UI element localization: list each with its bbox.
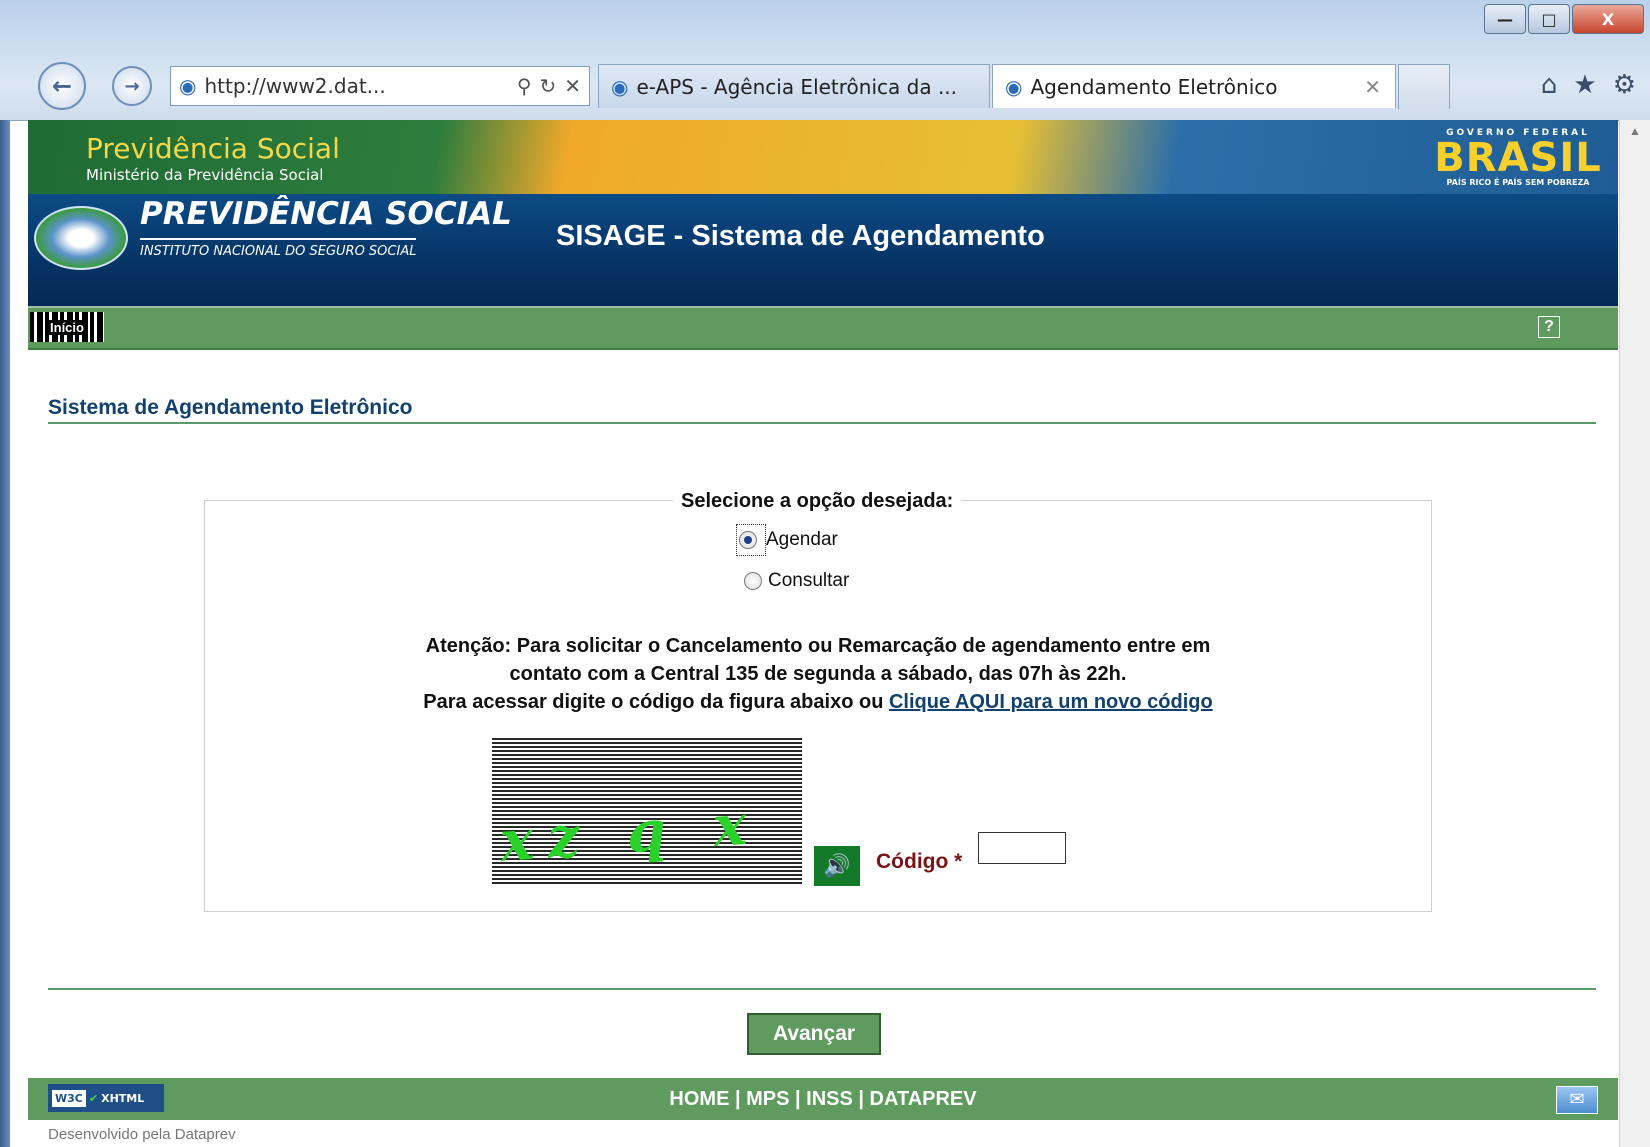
back-button[interactable]: ←	[38, 62, 86, 110]
consultar-radio[interactable]	[744, 572, 762, 590]
ps-subtitle: Ministério da Previdência Social	[86, 166, 324, 184]
home-icon[interactable]: ⌂	[1541, 70, 1558, 100]
option-agendar[interactable]: Agendar	[736, 524, 838, 556]
codigo-input[interactable]	[978, 832, 1066, 864]
option-consultar[interactable]: Consultar	[744, 570, 849, 592]
stop-icon[interactable]: ✕	[564, 74, 581, 98]
search-icon[interactable]: ⚲	[517, 74, 532, 98]
tab-eaps[interactable]: ◉ e-APS - Agência Eletrônica da ...	[598, 64, 990, 108]
fieldset-legend: Selecione a opção desejada:	[673, 490, 962, 513]
tab-agendamento[interactable]: ◉ Agendamento Eletrônico ✕	[992, 64, 1396, 108]
ps-title: Previdência Social	[86, 132, 340, 165]
scroll-up-icon[interactable]: ▲	[1620, 120, 1650, 142]
new-tab-button[interactable]	[1398, 64, 1450, 109]
browser-chrome: — □ X ← → ◉ http://www2.dat... ⚲ ↻ ✕ ◉ e…	[0, 0, 1650, 121]
divider	[48, 422, 1596, 424]
favorites-star-icon[interactable]: ★	[1573, 70, 1596, 100]
option-label: Agendar	[766, 529, 838, 550]
footer-links[interactable]: HOME | MPS | INSS | DATAPREV	[28, 1088, 1618, 1111]
refresh-icon[interactable]: ↻	[539, 74, 556, 98]
maximize-button[interactable]: □	[1528, 4, 1570, 34]
tab-label: e-APS - Agência Eletrônica da ...	[636, 74, 958, 99]
address-bar[interactable]: ◉ http://www2.dat... ⚲ ↻ ✕	[170, 66, 590, 106]
minimize-button[interactable]: —	[1484, 4, 1526, 34]
site-icon: ◉	[1005, 74, 1023, 99]
agendar-radio[interactable]	[739, 531, 757, 549]
institution-subtitle: INSTITUTO NACIONAL DO SEGURO SOCIAL	[140, 238, 417, 259]
codigo-label: Código *	[876, 850, 963, 873]
option-label: Consultar	[768, 570, 850, 591]
mail-icon[interactable]: ✉	[1556, 1086, 1598, 1114]
attention-text: Atenção: Para solicitar o Cancelamento o…	[423, 635, 1213, 713]
window-left-edge	[0, 120, 10, 1147]
avancar-button[interactable]: Avançar	[747, 1013, 881, 1055]
forward-button[interactable]: →	[112, 66, 152, 106]
footer-bar: W3C ✔ XHTML HOME | MPS | INSS | DATAPREV…	[28, 1078, 1618, 1120]
top-banner: Previdência Social Ministério da Previdê…	[28, 120, 1618, 194]
window-controls: — □ X	[1482, 4, 1644, 34]
main-banner: PREVIDÊNCIA SOCIAL INSTITUTO NACIONAL DO…	[28, 194, 1618, 306]
inss-logo	[34, 206, 128, 270]
menu-bar: Início ?	[28, 306, 1618, 350]
help-icon[interactable]: ?	[1538, 316, 1560, 338]
vertical-scrollbar[interactable]: ▲	[1619, 120, 1650, 1147]
institution-title: PREVIDÊNCIA SOCIAL	[140, 196, 512, 232]
home-link[interactable]: Início	[30, 312, 104, 342]
divider	[48, 988, 1596, 990]
settings-gear-icon[interactable]: ⚙	[1613, 70, 1636, 100]
site-icon: ◉	[179, 74, 197, 98]
governo-federal-logo: GOVERNO FEDERAL BRASIL PAÍS RICO É PAÍS …	[1434, 128, 1602, 187]
tab-label: Agendamento Eletrônico	[1030, 74, 1278, 99]
system-title: SISAGE - Sistema de Agendamento	[556, 220, 1045, 252]
developer-credit: Desenvolvido pela Dataprev	[48, 1126, 236, 1143]
address-text: http://www2.dat...	[204, 74, 386, 98]
ie-icon: ◉	[611, 74, 629, 99]
close-window-button[interactable]: X	[1572, 4, 1644, 34]
web-page: Previdência Social Ministério da Previdê…	[28, 120, 1618, 1147]
new-code-link[interactable]: Clique AQUI para um novo código	[889, 691, 1213, 713]
section-title: Sistema de Agendamento Eletrônico	[48, 396, 413, 419]
close-tab-icon[interactable]: ✕	[1364, 75, 1381, 99]
audio-captcha-icon[interactable]: 🔊	[814, 846, 860, 886]
